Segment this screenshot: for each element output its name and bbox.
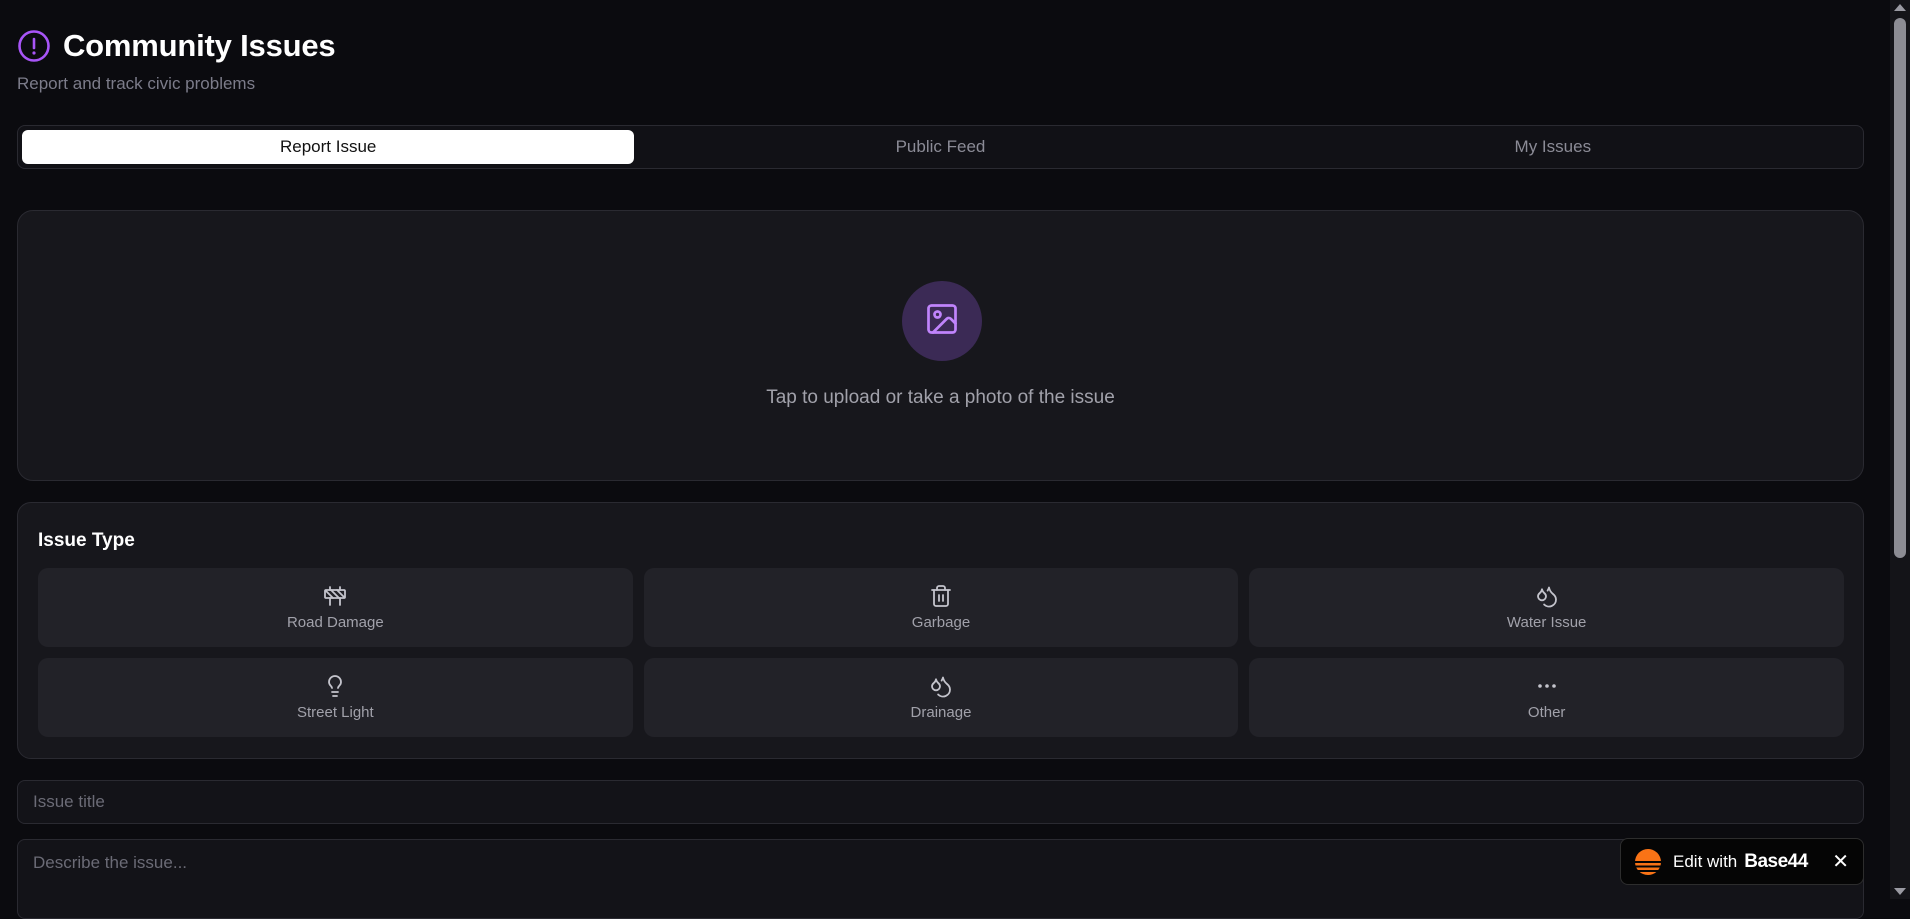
edit-with-base44-badge[interactable]: Edit with Base44 ✕	[1620, 838, 1864, 885]
issue-type-label: Drainage	[910, 704, 972, 721]
more-horizontal-icon	[1535, 674, 1559, 698]
droplets-icon	[929, 674, 953, 698]
issue-type-label: Road Damage	[286, 614, 384, 631]
issue-type-street-light[interactable]: Street Light	[38, 658, 633, 737]
scroll-down-arrow-icon[interactable]	[1894, 888, 1906, 895]
issue-type-drainage[interactable]: Drainage	[643, 658, 1239, 737]
issue-type-label: Other	[1527, 704, 1566, 721]
upload-instructions: Tap to upload or take a photo of the iss…	[766, 387, 1115, 408]
construction-barrier-icon	[323, 584, 347, 608]
issue-type-label: Street Light	[296, 704, 374, 721]
scroll-up-arrow-icon[interactable]	[1894, 4, 1906, 11]
photo-upload-area[interactable]: Tap to upload or take a photo of the iss…	[17, 210, 1864, 481]
issue-type-label: Water Issue	[1506, 614, 1587, 631]
header: Community Issues Report and track civic …	[17, 28, 336, 94]
alert-circle-icon	[17, 29, 51, 63]
issue-type-heading: Issue Type	[38, 530, 135, 551]
vertical-scrollbar[interactable]	[1890, 0, 1910, 899]
issue-type-grid: Road Damage Garbage Water Issue Street L…	[38, 568, 1844, 737]
issue-description-input[interactable]	[17, 839, 1864, 919]
close-icon[interactable]: ✕	[1832, 852, 1849, 872]
tab-public-feed[interactable]: Public Feed	[634, 130, 1246, 164]
page-title: Community Issues	[63, 28, 336, 63]
base44-logo-icon	[1635, 848, 1661, 875]
image-icon	[924, 301, 960, 342]
issue-type-road-damage[interactable]: Road Damage	[38, 568, 633, 647]
badge-prefix-text: Edit with	[1673, 851, 1738, 871]
page-subtitle: Report and track civic problems	[17, 74, 256, 93]
issue-type-other[interactable]: Other	[1249, 658, 1844, 737]
issue-type-garbage[interactable]: Garbage	[643, 568, 1239, 647]
upload-icon-circle	[902, 281, 982, 361]
tab-my-issues[interactable]: My Issues	[1247, 130, 1859, 164]
title-row: Community Issues	[17, 28, 336, 64]
tab-bar: Report Issue Public Feed My Issues	[17, 125, 1864, 169]
issue-type-label: Garbage	[911, 614, 971, 631]
tab-report-issue[interactable]: Report Issue	[22, 130, 635, 164]
droplets-icon	[1535, 584, 1559, 608]
issue-type-water-issue[interactable]: Water Issue	[1249, 568, 1844, 647]
issue-type-card: Issue Type Road Damage Garbage Water Iss…	[17, 502, 1864, 759]
scrollbar-thumb[interactable]	[1894, 18, 1906, 558]
issue-title-input[interactable]	[17, 780, 1864, 824]
lightbulb-icon	[323, 674, 347, 698]
badge-brand-text: Base44	[1744, 850, 1808, 872]
trash-icon	[929, 584, 953, 608]
